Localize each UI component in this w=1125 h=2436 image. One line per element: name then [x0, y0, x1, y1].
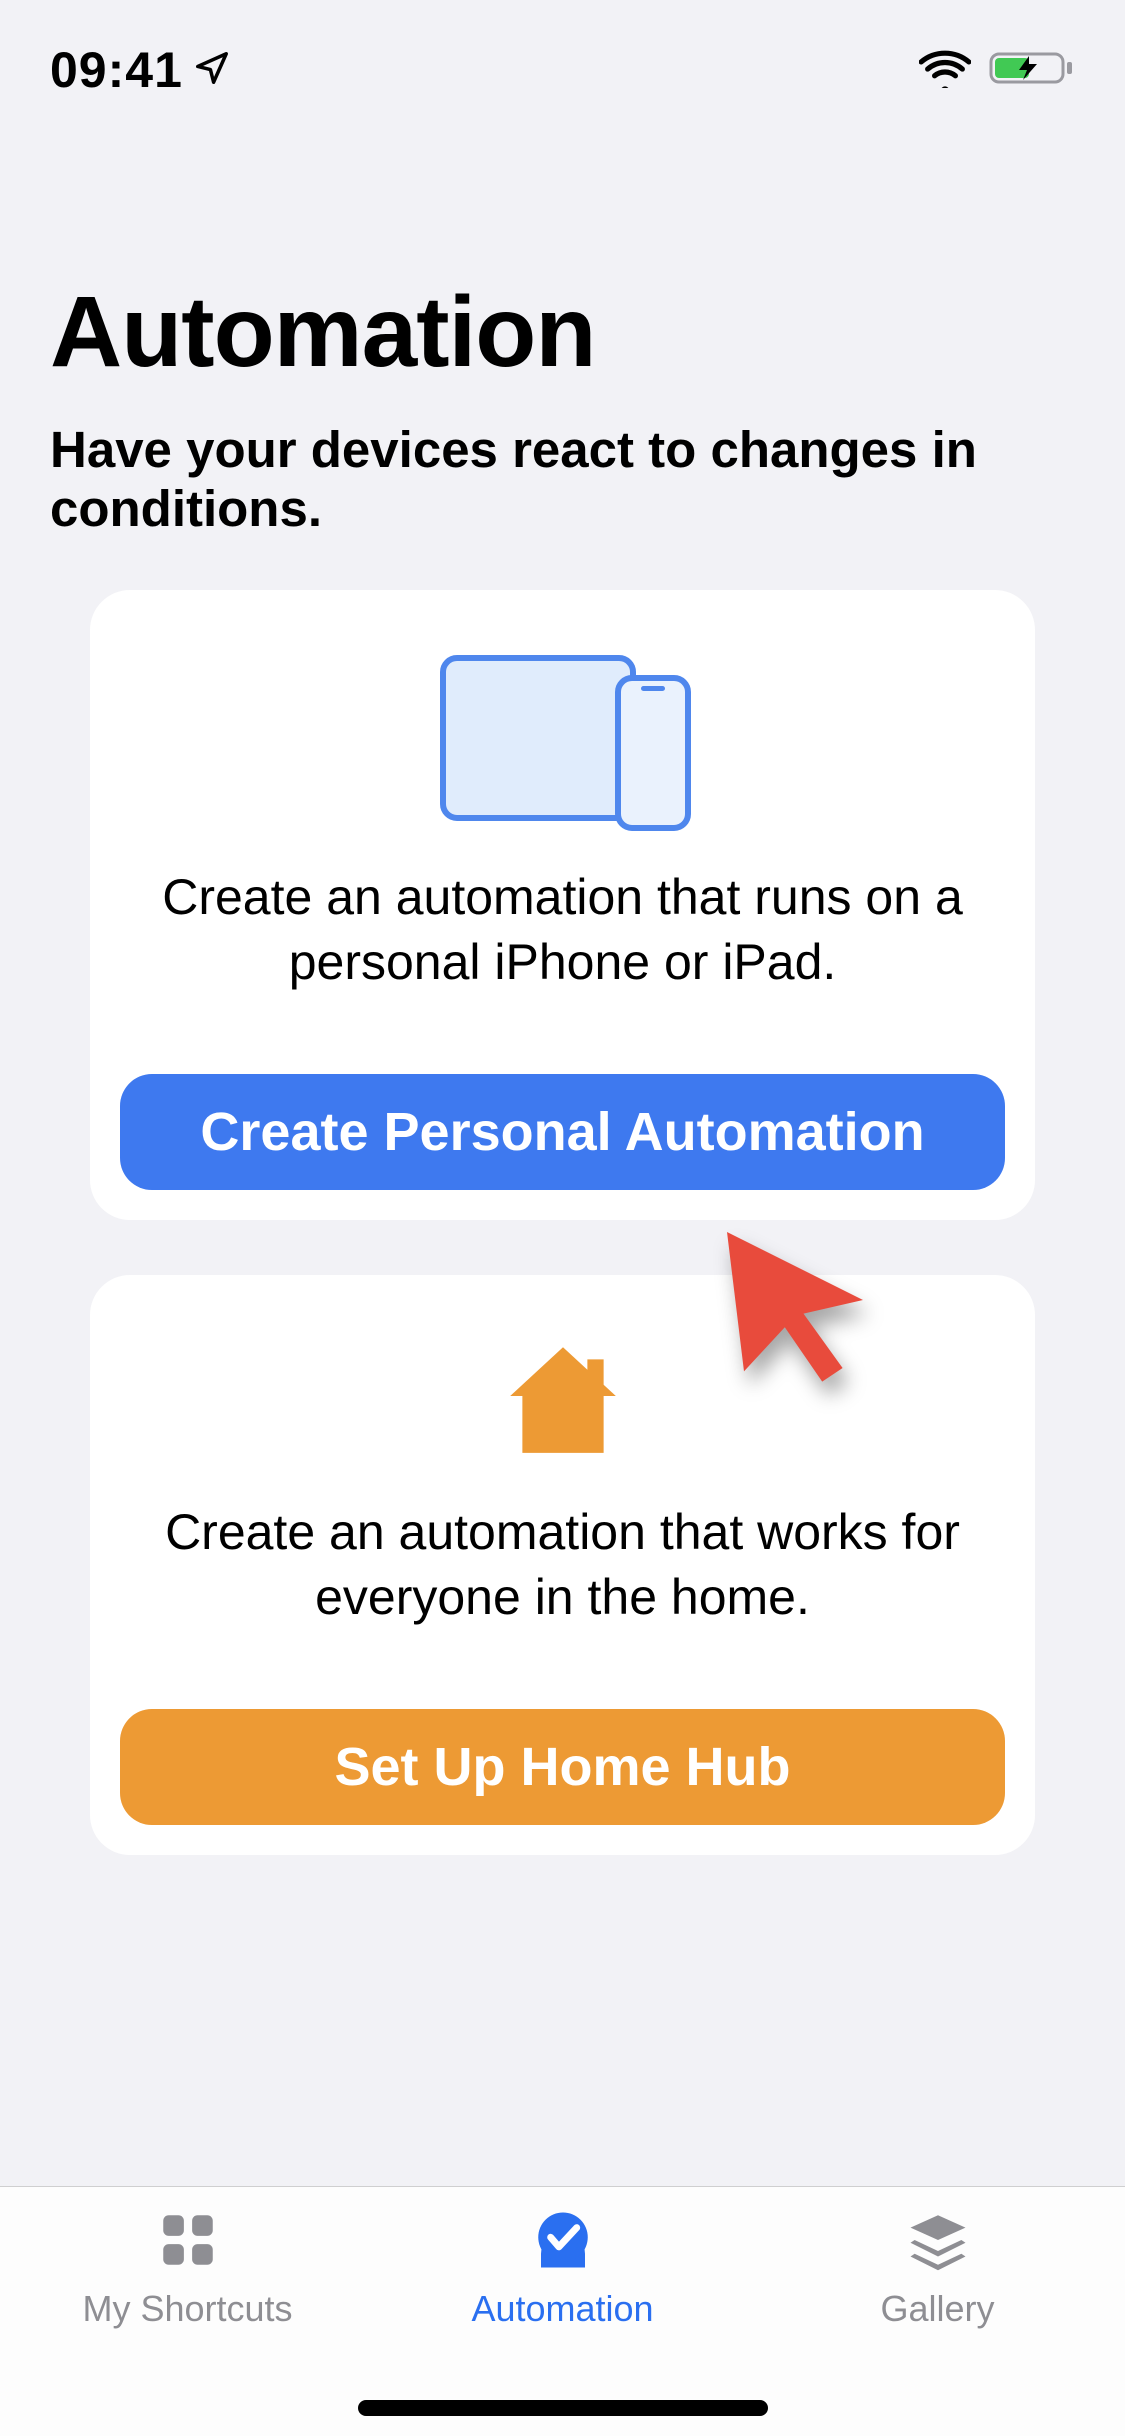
home-icon: [120, 1330, 1005, 1470]
home-indicator[interactable]: [358, 2400, 768, 2416]
tab-label: Gallery: [880, 2288, 994, 2330]
status-right: [919, 48, 1075, 93]
location-icon: [193, 41, 231, 99]
home-automation-card: Create an automation that works for ever…: [90, 1275, 1035, 1855]
tab-my-shortcuts[interactable]: My Shortcuts: [0, 2207, 375, 2436]
checkmark-badge-icon: [530, 2207, 596, 2273]
personal-automation-description: Create an automation that runs on a pers…: [120, 865, 1005, 995]
grid-icon: [155, 2207, 221, 2273]
status-time: 09:41: [50, 41, 183, 99]
set-up-home-hub-button[interactable]: Set Up Home Hub: [120, 1709, 1005, 1825]
create-personal-automation-button[interactable]: Create Personal Automation: [120, 1074, 1005, 1190]
home-automation-description: Create an automation that works for ever…: [120, 1500, 1005, 1630]
stack-icon: [905, 2207, 971, 2273]
tab-label: My Shortcuts: [82, 2288, 292, 2330]
page-subtitle: Have your devices react to changes in co…: [50, 420, 1075, 538]
tab-label: Automation: [471, 2288, 653, 2330]
tab-bar: My Shortcuts Automation Gallery: [0, 2186, 1125, 2436]
status-time-group: 09:41: [50, 41, 231, 99]
status-bar: 09:41: [0, 0, 1125, 140]
tab-gallery[interactable]: Gallery: [750, 2207, 1125, 2436]
battery-charging-icon: [989, 48, 1075, 93]
devices-icon: [120, 645, 1005, 835]
personal-automation-card: Create an automation that runs on a pers…: [90, 590, 1035, 1220]
page-title: Automation: [50, 275, 1075, 390]
header: Automation Have your devices react to ch…: [50, 275, 1075, 538]
wifi-icon: [919, 48, 971, 93]
